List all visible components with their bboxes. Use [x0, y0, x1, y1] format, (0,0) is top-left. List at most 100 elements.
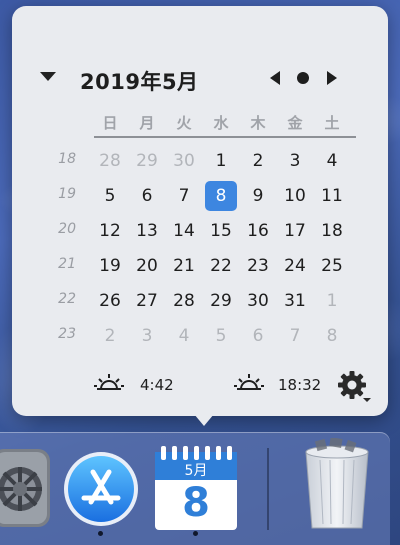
weekday-label: 日 — [102, 114, 118, 132]
disclosure-triangle-icon[interactable] — [40, 72, 56, 81]
day-cell[interactable]: 21 — [166, 251, 202, 281]
day-label: 20 — [136, 256, 158, 276]
day-label: 3 — [141, 326, 153, 346]
day-cell[interactable]: 1 — [203, 146, 239, 176]
day-label: 23 — [247, 256, 269, 276]
day-label: 5 — [215, 326, 227, 346]
sun-times-footer: 4:42 18:32 — [12, 366, 388, 406]
day-cell[interactable]: 3 — [277, 146, 313, 176]
day-label: 12 — [99, 221, 121, 241]
day-cell[interactable]: 4 — [166, 321, 202, 351]
trash-icon[interactable] — [300, 438, 374, 532]
app-store-icon[interactable] — [62, 450, 140, 528]
day-label: 5 — [104, 186, 116, 206]
dock-separator — [267, 448, 269, 530]
calendar-icon[interactable]: 5月 8 — [155, 446, 237, 530]
day-cell[interactable]: 11 — [314, 181, 350, 211]
day-cell[interactable]: 2 — [92, 321, 128, 351]
day-label: 10 — [284, 186, 306, 206]
day-cell[interactable]: 8 — [203, 181, 239, 211]
day-cell[interactable]: 20 — [129, 251, 165, 281]
day-label: 30 — [173, 151, 195, 171]
day-cell[interactable]: 28 — [166, 286, 202, 316]
day-cell[interactable]: 7 — [277, 321, 313, 351]
day-cell[interactable]: 9 — [240, 181, 276, 211]
day-label: 21 — [173, 256, 195, 276]
week-number: 19 — [58, 186, 76, 202]
day-label: 1 — [215, 151, 227, 171]
day-label: 2 — [252, 151, 264, 171]
header-divider — [94, 136, 356, 138]
day-cell[interactable]: 24 — [277, 251, 313, 281]
day-cell[interactable]: 30 — [240, 286, 276, 316]
sunset-icon — [234, 374, 264, 390]
day-label: 13 — [136, 221, 158, 241]
day-label: 17 — [284, 221, 306, 241]
day-cell[interactable]: 23 — [240, 251, 276, 281]
day-label: 14 — [173, 221, 195, 241]
day-cell[interactable]: 17 — [277, 216, 313, 246]
day-label: 19 — [99, 256, 121, 276]
day-label: 4 — [326, 151, 338, 171]
running-indicator — [193, 531, 198, 536]
today-dot-icon[interactable] — [297, 72, 309, 84]
day-cell[interactable]: 7 — [166, 181, 202, 211]
day-cell[interactable]: 26 — [92, 286, 128, 316]
sunrise-time: 4:42 — [140, 376, 174, 394]
week-number: 22 — [58, 291, 76, 307]
day-cell[interactable]: 13 — [129, 216, 165, 246]
day-cell[interactable]: 15 — [203, 216, 239, 246]
day-cell[interactable]: 14 — [166, 216, 202, 246]
today-day-label: 8 — [205, 181, 237, 211]
month-title: 2019年5月 — [80, 70, 199, 94]
calendar-icon-month: 5月 — [184, 463, 208, 479]
day-cell[interactable]: 5 — [92, 181, 128, 211]
weekday-header: 日 月 火 水 木 金 土 — [92, 112, 354, 132]
day-cell[interactable]: 29 — [203, 286, 239, 316]
day-cell[interactable]: 5 — [203, 321, 239, 351]
day-label: 30 — [247, 291, 269, 311]
calendar-popover: 2019年5月 日 月 火 水 木 金 土 18 19 20 21 22 23 … — [12, 6, 388, 416]
day-label: 16 — [247, 221, 269, 241]
day-cell[interactable]: 10 — [277, 181, 313, 211]
day-cell[interactable]: 2 — [240, 146, 276, 176]
day-label: 28 — [173, 291, 195, 311]
gear-icon[interactable] — [337, 370, 371, 404]
day-cell[interactable]: 25 — [314, 251, 350, 281]
day-label: 6 — [141, 186, 153, 206]
weekday-label: 金 — [287, 114, 303, 132]
day-cell[interactable]: 3 — [129, 321, 165, 351]
day-cell[interactable]: 31 — [277, 286, 313, 316]
day-cell[interactable]: 4 — [314, 146, 350, 176]
day-cell[interactable]: 8 — [314, 321, 350, 351]
week-number: 20 — [58, 221, 76, 237]
day-cell[interactable]: 22 — [203, 251, 239, 281]
day-label: 1 — [326, 291, 338, 311]
running-indicator — [98, 531, 103, 536]
day-cell[interactable]: 27 — [129, 286, 165, 316]
day-cell[interactable]: 16 — [240, 216, 276, 246]
week-number: 21 — [58, 256, 76, 272]
day-cell[interactable]: 29 — [129, 146, 165, 176]
previous-month-icon[interactable] — [270, 71, 280, 85]
day-cell[interactable]: 1 — [314, 286, 350, 316]
system-preferences-icon[interactable] — [0, 449, 50, 527]
day-cell[interactable]: 30 — [166, 146, 202, 176]
day-cell[interactable]: 19 — [92, 251, 128, 281]
weekday-label: 木 — [250, 114, 266, 132]
calendar-icon-day: 8 — [182, 480, 210, 526]
day-cell[interactable]: 6 — [240, 321, 276, 351]
weekday-label: 火 — [176, 114, 192, 132]
day-label: 15 — [210, 221, 232, 241]
week-number: 23 — [58, 326, 76, 342]
day-cell[interactable]: 18 — [314, 216, 350, 246]
next-month-icon[interactable] — [327, 71, 337, 85]
day-cell[interactable]: 28 — [92, 146, 128, 176]
day-label: 11 — [321, 186, 343, 206]
day-label: 7 — [178, 186, 190, 206]
weekday-label: 水 — [213, 114, 229, 132]
day-label: 4 — [178, 326, 190, 346]
day-label: 18 — [321, 221, 343, 241]
day-cell[interactable]: 12 — [92, 216, 128, 246]
day-cell[interactable]: 6 — [129, 181, 165, 211]
